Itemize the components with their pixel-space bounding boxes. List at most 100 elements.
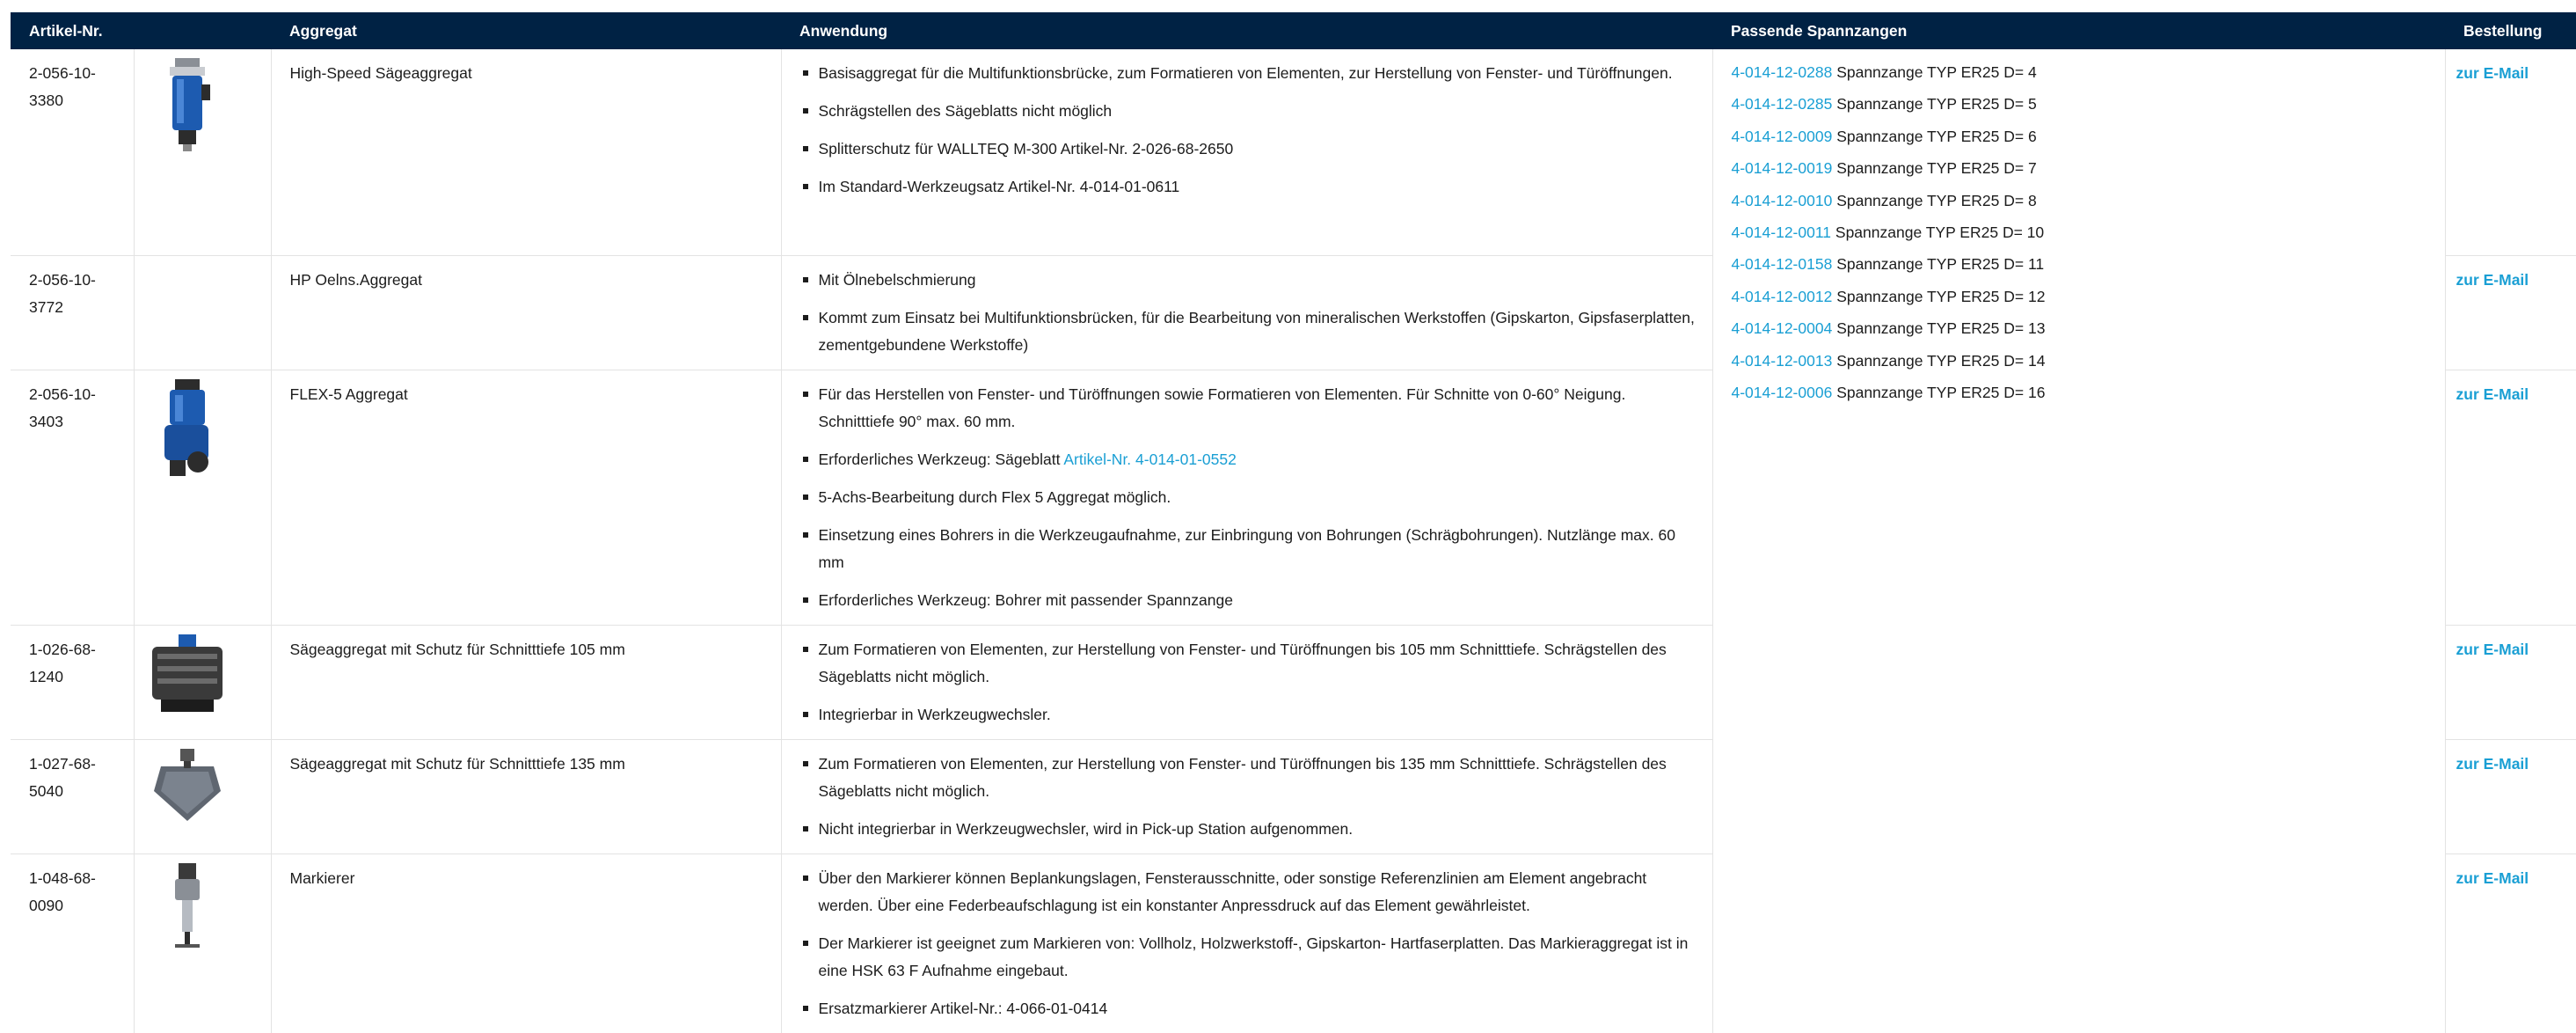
list-item: Zum Formatieren von Elementen, zur Herst… (800, 636, 1702, 691)
product-image-cell (134, 49, 272, 256)
anwendung-cell: Basisaggregat für die Multifunktionsbrüc… (781, 49, 1713, 256)
spannzange-item: 4-014-12-0010 Spannzange TYP ER25 D= 8 (1732, 185, 2434, 216)
product-image-cell (134, 370, 272, 626)
email-order-link[interactable]: zur E-Mail (2456, 755, 2529, 773)
anwendung-list: Für das Herstellen von Fenster- und Türö… (800, 381, 1702, 614)
anwendung-list: Zum Formatieren von Elementen, zur Herst… (800, 751, 1702, 843)
aggregat-name: Markierer (271, 854, 782, 1033)
spannzange-text: Spannzange TYP ER25 D= 16 (1836, 384, 2046, 402)
saegeblatt-artikel-link[interactable]: Artikel-Nr. 4-014-01-0552 (1063, 451, 1236, 468)
spannzange-text: Spannzange TYP ER25 D= 14 (1836, 351, 2046, 370)
order-cell: zur E-Mail (2445, 370, 2576, 626)
spannzange-link[interactable]: 4-014-12-0019 (1732, 159, 1833, 177)
anwendung-cell: Über den Markierer können Beplankungslag… (781, 854, 1713, 1033)
product-image-cell (134, 255, 272, 370)
anwendung-list: Zum Formatieren von Elementen, zur Herst… (800, 636, 1702, 729)
saw-aggregate-icon (169, 58, 210, 151)
artikel-nr: 2-056-10-3403 (11, 370, 135, 626)
list-item: Erforderliches Werkzeug: Bohrer mit pass… (800, 587, 1702, 614)
list-item-text: Erforderliches Werkzeug: Sägeblatt (818, 450, 1064, 468)
list-item: Mit Ölnebelschmierung (800, 267, 1702, 294)
spannzange-text: Spannzange TYP ER25 D= 13 (1836, 319, 2046, 338)
aggregate-table: Artikel-Nr. Aggregat Anwendung Passende … (11, 12, 2576, 1033)
list-item: 5-Achs-Bearbeitung durch Flex 5 Aggregat… (800, 484, 1702, 511)
flex5-aggregate-icon (164, 378, 208, 476)
list-item: Der Markierer ist geeignet zum Markieren… (800, 930, 1702, 985)
email-order-link[interactable]: zur E-Mail (2456, 64, 2529, 82)
artikel-nr: 1-027-68-5040 (11, 739, 135, 854)
spannzange-item: 4-014-12-0006 Spannzange TYP ER25 D= 16 (1732, 377, 2434, 408)
anwendung-cell: Für das Herstellen von Fenster- und Türö… (781, 370, 1713, 626)
spannzange-item: 4-014-12-0019 Spannzange TYP ER25 D= 7 (1732, 152, 2434, 184)
spannzange-item: 4-014-12-0009 Spannzange TYP ER25 D= 6 (1732, 121, 2434, 152)
spannzange-link[interactable]: 4-014-12-0011 (1732, 223, 1832, 241)
artikel-nr: 1-026-68-1240 (11, 625, 135, 740)
spannzange-link[interactable]: 4-014-12-0158 (1732, 255, 1833, 273)
spannzange-text: Spannzange TYP ER25 D= 5 (1836, 95, 2037, 114)
order-cell: zur E-Mail (2445, 739, 2576, 854)
spannzange-text: Spannzange TYP ER25 D= 10 (1835, 223, 2045, 242)
email-order-link[interactable]: zur E-Mail (2456, 869, 2529, 887)
artikel-nr: 2-056-10-3380 (11, 49, 135, 256)
spannzange-item: 4-014-12-0004 Spannzange TYP ER25 D= 13 (1732, 312, 2434, 344)
product-image-cell (134, 854, 272, 1033)
header-aggregat: Aggregat (271, 12, 781, 49)
spannzange-link[interactable]: 4-014-12-0004 (1732, 319, 1833, 337)
list-item: Zum Formatieren von Elementen, zur Herst… (800, 751, 1702, 805)
spannzange-text: Spannzange TYP ER25 D= 7 (1836, 159, 2037, 178)
email-order-link[interactable]: zur E-Mail (2456, 271, 2529, 289)
spannzange-text: Spannzange TYP ER25 D= 12 (1836, 287, 2046, 305)
spannzange-link[interactable]: 4-014-12-0010 (1732, 192, 1833, 209)
order-cell: zur E-Mail (2445, 255, 2576, 370)
spannzange-text: Spannzange TYP ER25 D= 8 (1836, 191, 2037, 209)
artikel-nr: 1-048-68-0090 (11, 854, 135, 1033)
aggregat-name: Sägeaggregat mit Schutz für Schnitttiefe… (271, 625, 782, 740)
list-item: Ersatzmarkierer Artikel-Nr.: 4-066-01-04… (800, 995, 1702, 1022)
product-image-cell (134, 739, 272, 854)
list-item: Für das Herstellen von Fenster- und Türö… (800, 381, 1702, 436)
email-order-link[interactable]: zur E-Mail (2456, 385, 2529, 403)
spannzange-link[interactable]: 4-014-12-0009 (1732, 128, 1833, 145)
table-header-row: Artikel-Nr. Aggregat Anwendung Passende … (11, 12, 2576, 49)
spannzange-text: Spannzange TYP ER25 D= 11 (1836, 255, 2045, 274)
header-anwendung: Anwendung (781, 12, 1712, 49)
list-item: Splitterschutz für WALLTEQ M-300 Artikel… (800, 136, 1702, 163)
spannzange-item: 4-014-12-0012 Spannzange TYP ER25 D= 12 (1732, 281, 2434, 312)
spannzange-item: 4-014-12-0288 Spannzange TYP ER25 D= 4 (1732, 56, 2434, 88)
spannzange-item: 4-014-12-0158 Spannzange TYP ER25 D= 11 (1732, 248, 2434, 280)
list-item: Über den Markierer können Beplankungslag… (800, 865, 1702, 919)
list-item: Basisaggregat für die Multifunktionsbrüc… (800, 60, 1702, 87)
spannzangen-cell: 4-014-12-0288 Spannzange TYP ER25 D= 4 4… (1712, 49, 2446, 1033)
anwendung-cell: Zum Formatieren von Elementen, zur Herst… (781, 625, 1713, 740)
list-item: Im Standard-Werkzeugsatz Artikel-Nr. 4-0… (800, 173, 1702, 201)
artikel-nr: 2-056-10-3772 (11, 255, 135, 370)
order-cell: zur E-Mail (2445, 625, 2576, 740)
spannzange-link[interactable]: 4-014-12-0013 (1732, 352, 1833, 370)
spannzange-link[interactable]: 4-014-12-0006 (1732, 384, 1833, 401)
list-item: Nicht integrierbar in Werkzeugwechsler, … (800, 816, 1702, 843)
order-cell: zur E-Mail (2445, 49, 2576, 256)
spannzange-link[interactable]: 4-014-12-0285 (1732, 95, 1833, 113)
anwendung-cell: Zum Formatieren von Elementen, zur Herst… (781, 739, 1713, 854)
spannzange-link[interactable]: 4-014-12-0012 (1732, 288, 1833, 305)
list-item: Kommt zum Einsatz bei Multifunktionsbrüc… (800, 304, 1702, 359)
list-item: Integrierbar in Werkzeugwechsler. (800, 701, 1702, 729)
aggregat-name: Sägeaggregat mit Schutz für Schnitttiefe… (271, 739, 782, 854)
product-table-wrapper: Artikel-Nr. Aggregat Anwendung Passende … (11, 12, 2576, 1033)
saw-guard-135-icon (153, 748, 221, 821)
spannzange-text: Spannzange TYP ER25 D= 6 (1836, 127, 2037, 145)
marker-icon (174, 862, 200, 948)
list-item: Erforderliches Werkzeug: Sägeblatt Artik… (800, 446, 1702, 473)
spannzange-link[interactable]: 4-014-12-0288 (1732, 63, 1833, 81)
aggregat-name: High-Speed Sägeaggregat (271, 49, 782, 256)
aggregat-name: HP Oelns.Aggregat (271, 255, 782, 370)
anwendung-list: Basisaggregat für die Multifunktionsbrüc… (800, 60, 1702, 201)
spannzange-item: 4-014-12-0285 Spannzange TYP ER25 D= 5 (1732, 88, 2434, 120)
spannzange-item: 4-014-12-0011 Spannzange TYP ER25 D= 10 (1732, 216, 2434, 248)
product-image-cell (134, 625, 272, 740)
list-item: Einsetzung eines Bohrers in die Werkzeug… (800, 522, 1702, 576)
header-image (134, 12, 271, 49)
email-order-link[interactable]: zur E-Mail (2456, 641, 2529, 658)
saw-guard-105-icon (151, 634, 223, 712)
list-item: Schrägstellen des Sägeblatts nicht mögli… (800, 98, 1702, 125)
